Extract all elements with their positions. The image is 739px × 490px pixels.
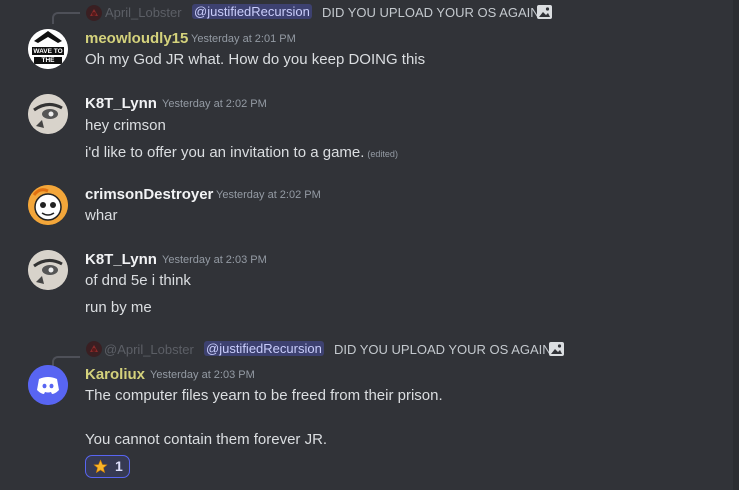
reply-mention[interactable]: @justifiedRecursion [204, 341, 324, 356]
reply-connector [52, 12, 80, 24]
message-text: whar [85, 207, 118, 224]
username[interactable]: crimsonDestroyer [85, 186, 213, 203]
reply-username[interactable]: April_Lobster [105, 5, 182, 20]
timestamp[interactable]: Yesterday at 2:02 PM [162, 98, 267, 110]
username[interactable]: meowloudly15 [85, 30, 188, 47]
message-text: i'd like to offer you an invitation to a… [85, 144, 398, 161]
message-text: Oh my God JR what. How do you keep DOING… [85, 51, 426, 68]
image-icon [537, 5, 552, 19]
reaction-button[interactable]: 1 [85, 455, 130, 478]
user-avatar[interactable] [28, 185, 68, 225]
reply-username[interactable]: @April_Lobster [104, 342, 194, 357]
user-avatar[interactable] [28, 365, 68, 405]
message-text: of dnd 5e i think [85, 272, 191, 289]
timestamp[interactable]: Yesterday at 2:01 PM [191, 33, 296, 45]
reply-avatar [86, 5, 102, 21]
scrollbar-track[interactable] [733, 0, 739, 490]
username[interactable]: Karoliux [85, 366, 145, 383]
message-text: hey crimson [85, 117, 166, 134]
avatar-caption-1: WAVE TO [33, 48, 63, 55]
avatar-caption-2: THE NSA [41, 57, 55, 69]
timestamp[interactable]: Yesterday at 2:03 PM [150, 369, 255, 381]
message-text: run by me [85, 299, 152, 316]
user-avatar[interactable]: WAVE TO THE NSA [28, 29, 68, 69]
reply-text: DID YOU UPLOAD YOUR OS AGAIN [322, 5, 540, 20]
message-text: The computer files yearn to be freed fro… [85, 387, 443, 404]
reply-mention[interactable]: @justifiedRecursion [192, 4, 312, 19]
timestamp[interactable]: Yesterday at 2:03 PM [162, 254, 267, 266]
user-avatar[interactable] [28, 94, 68, 134]
user-avatar[interactable] [28, 250, 68, 290]
timestamp[interactable]: Yesterday at 2:02 PM [216, 189, 321, 201]
edited-label: (edited) [367, 149, 398, 159]
reply-avatar [86, 341, 102, 357]
reaction-count: 1 [115, 458, 123, 474]
message-text: You cannot contain them forever JR. [85, 431, 328, 448]
image-icon [549, 342, 564, 356]
star-icon [93, 459, 108, 474]
username[interactable]: K8T_Lynn [85, 251, 157, 268]
message-text-content: i'd like to offer you an invitation to a… [85, 144, 365, 161]
discord-logo-icon [28, 365, 68, 405]
reply-text: DID YOU UPLOAD YOUR OS AGAIN [334, 342, 552, 357]
username[interactable]: K8T_Lynn [85, 95, 157, 112]
